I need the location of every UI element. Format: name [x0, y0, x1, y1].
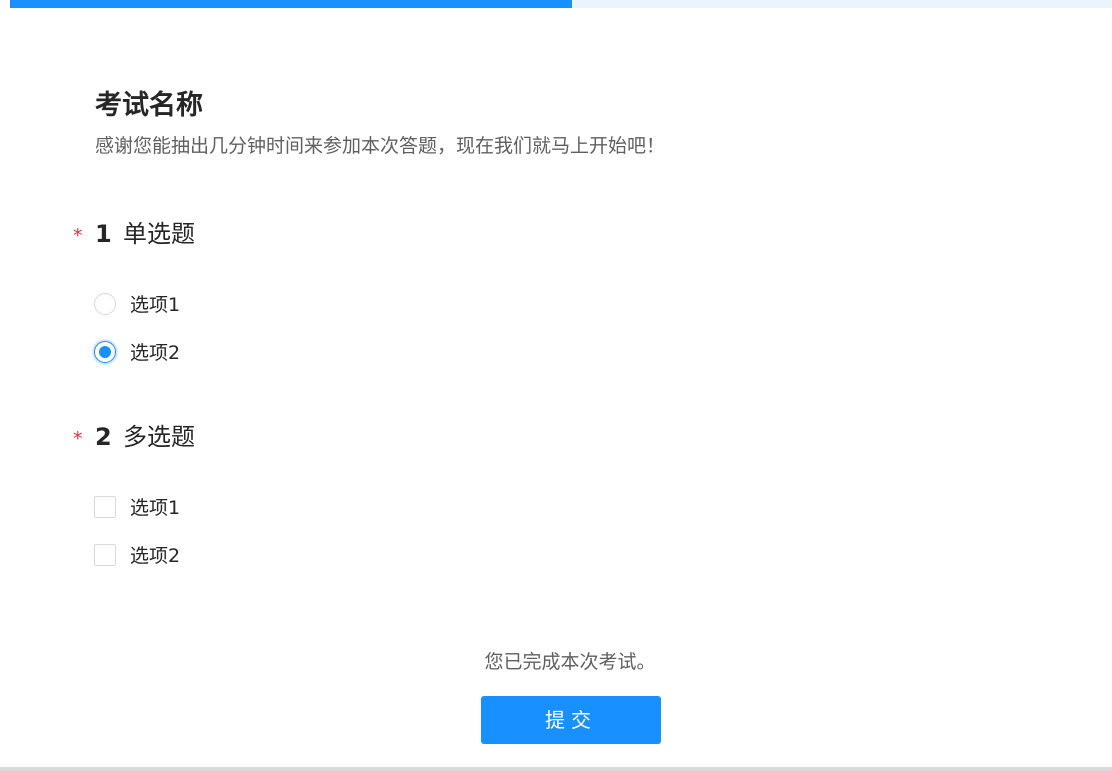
- question-header: * 1 单选题: [73, 216, 773, 252]
- question-title: 多选题: [123, 423, 195, 451]
- option-label: 选项2: [130, 342, 181, 364]
- exam-page: 考试名称 感谢您能抽出几分钟时间来参加本次答题，现在我们就马上开始吧！ * 1 …: [0, 0, 1112, 771]
- question-number: 2: [95, 423, 112, 451]
- radio-button-selected[interactable]: [94, 341, 116, 363]
- question-single-choice: * 1 单选题 选项1 选项2: [73, 216, 773, 364]
- exam-description: 感谢您能抽出几分钟时间来参加本次答题，现在我们就马上开始吧！: [95, 135, 666, 157]
- question-number: 1: [95, 220, 112, 248]
- question-title: 单选题: [123, 220, 195, 248]
- radio-button[interactable]: [94, 293, 116, 315]
- bottom-divider: [0, 767, 1112, 771]
- progress-bar-fill: [10, 0, 573, 8]
- option-label: 选项2: [130, 545, 181, 567]
- progress-bar: [10, 0, 1112, 8]
- completion-message: 您已完成本次考试。: [484, 651, 656, 673]
- option-label: 选项1: [130, 294, 181, 316]
- radio-selected-dot: [99, 346, 111, 358]
- submit-button[interactable]: 提交: [481, 696, 661, 744]
- option-label: 选项1: [130, 497, 181, 519]
- required-marker: *: [73, 428, 83, 450]
- exam-title: 考试名称: [95, 90, 203, 121]
- required-marker: *: [73, 225, 83, 247]
- question-header: * 2 多选题: [73, 419, 773, 455]
- question-multiple-choice: * 2 多选题 选项1 选项2: [73, 419, 773, 567]
- checkbox[interactable]: [94, 544, 116, 566]
- checkbox[interactable]: [94, 496, 116, 518]
